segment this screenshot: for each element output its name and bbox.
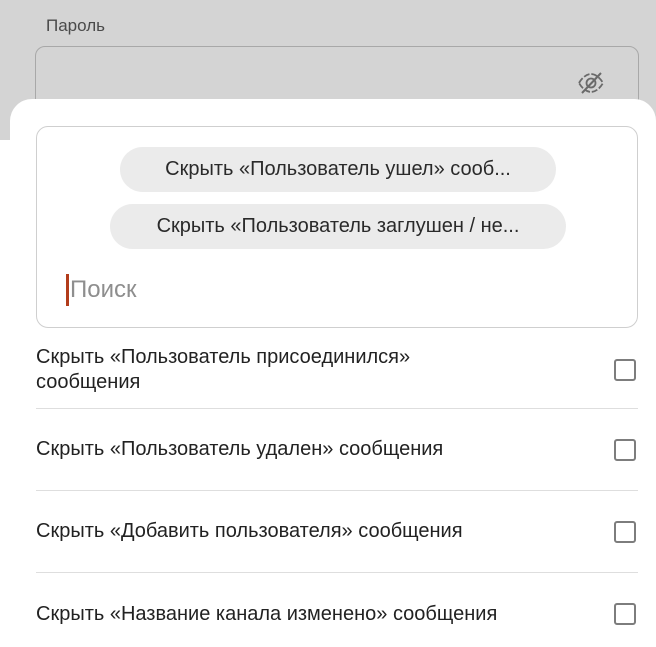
list-item[interactable]: Скрыть «Название канала изменено» сообще… <box>36 573 638 647</box>
option-label: Скрыть «Название канала изменено» сообще… <box>36 602 498 625</box>
list-item[interactable]: Скрыть «Пользователь удален» сообщения <box>36 409 638 491</box>
checkbox[interactable] <box>614 520 636 543</box>
password-label: Пароль <box>46 16 105 35</box>
checkbox[interactable] <box>614 603 636 625</box>
selected-chip[interactable]: Скрыть «Пользователь ушел» сооб... <box>120 147 556 192</box>
selected-chips: Скрыть «Пользователь ушел» сооб... Скрыт… <box>37 147 637 249</box>
bottom-sheet: Скрыть «Пользователь ушел» сооб... Скрыт… <box>10 99 656 647</box>
option-label: Скрыть «Пользователь присоединился» сооб… <box>36 345 411 393</box>
selected-chip[interactable]: Скрыть «Пользователь заглушен / не... <box>110 204 566 249</box>
checkbox[interactable] <box>614 438 636 461</box>
multi-select-box[interactable]: Скрыть «Пользователь ушел» сооб... Скрыт… <box>36 126 638 328</box>
eye-slash-icon[interactable] <box>576 71 606 95</box>
option-label: Скрыть «Добавить пользователя» сообщения <box>36 520 463 542</box>
options-list: Скрыть «Пользователь присоединился» сооб… <box>36 331 638 647</box>
search-row <box>66 273 590 307</box>
text-caret <box>66 274 69 306</box>
checkbox[interactable] <box>614 358 636 381</box>
list-item[interactable]: Скрыть «Добавить пользователя» сообщения <box>36 491 638 573</box>
option-label: Скрыть «Пользователь удален» сообщения <box>36 438 444 460</box>
list-item[interactable]: Скрыть «Пользователь присоединился» сооб… <box>36 331 638 409</box>
search-input[interactable] <box>70 276 590 304</box>
